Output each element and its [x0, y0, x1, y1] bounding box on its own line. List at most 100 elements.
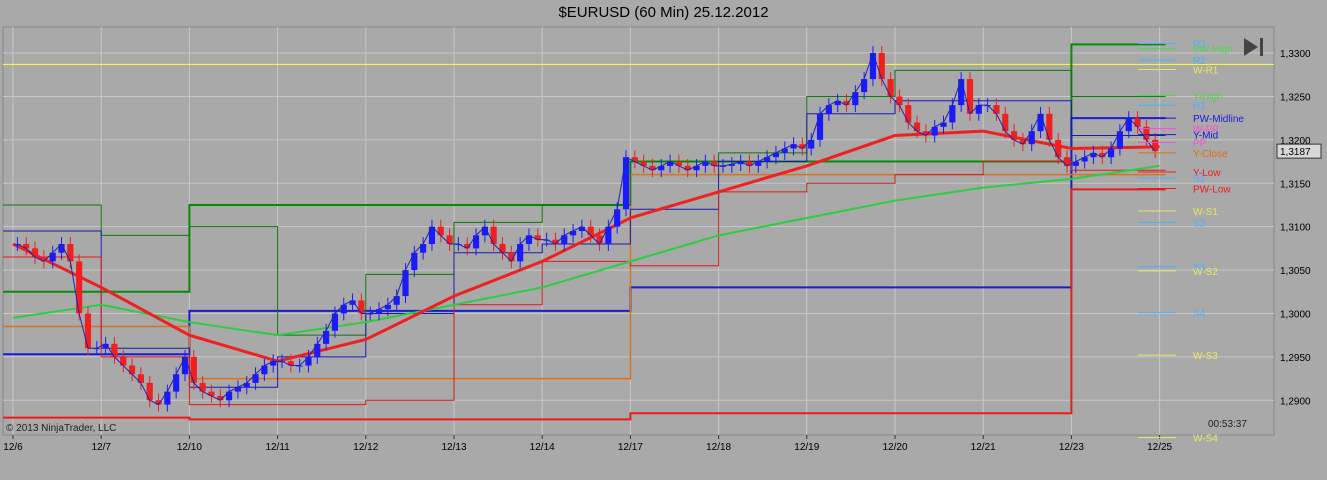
candle-body	[869, 53, 877, 80]
candle-body	[128, 365, 136, 375]
candle-body	[1055, 139, 1062, 158]
candle-body	[331, 313, 339, 331]
x-tick-label: 12/13	[441, 442, 466, 453]
candle-body	[420, 244, 427, 253]
candle-body	[490, 226, 497, 245]
candle-body	[913, 122, 921, 132]
x-tick-label: 12/6	[3, 442, 23, 453]
candle-body	[614, 209, 621, 227]
pivot-step-line	[3, 43, 1166, 293]
level-label: PW-High	[1193, 45, 1233, 56]
candle-body	[905, 105, 912, 123]
candle-body	[931, 126, 938, 136]
candle-body	[49, 252, 56, 262]
candle-body	[472, 235, 480, 249]
candle-body	[111, 343, 118, 357]
candle-body	[1116, 131, 1123, 149]
candle-body	[958, 79, 965, 106]
candle-body	[816, 113, 824, 140]
x-tick-label: 12/25	[1147, 442, 1172, 453]
candle-body	[314, 343, 321, 357]
pivot-step-line	[3, 100, 1166, 388]
candle-body	[993, 105, 1000, 114]
candle-body	[808, 139, 815, 149]
x-tick-label: 12/7	[91, 442, 111, 453]
candle-body	[358, 300, 365, 314]
x-tick-label: 12/21	[971, 442, 996, 453]
level-label: S2	[1193, 218, 1206, 229]
candle-body	[517, 244, 524, 262]
candle-body	[437, 226, 444, 236]
candle-body	[949, 105, 956, 123]
candle-body	[181, 356, 189, 375]
x-tick-label: 12/18	[706, 442, 731, 453]
x-tick-label: 12/19	[794, 442, 819, 453]
y-tick-label: 1,3100	[1280, 223, 1311, 234]
candle-body	[120, 356, 127, 366]
y-tick-label: 1,3050	[1280, 266, 1311, 277]
x-tick-label: 12/12	[353, 442, 378, 453]
x-tick-label: 12/10	[177, 442, 202, 453]
candle-body	[164, 391, 171, 405]
chart-root: $EURUSD (60 Min) 25.12.2012 1,3300 1,3250…	[0, 0, 1327, 480]
candle-body	[305, 356, 312, 366]
candle-body	[67, 244, 74, 262]
candle-body	[1037, 113, 1044, 132]
candle-body	[975, 105, 982, 114]
candle-body	[199, 382, 206, 392]
candle-body	[402, 270, 409, 297]
level-label: R1	[1193, 101, 1206, 112]
candle-body	[84, 313, 92, 349]
candle-body	[622, 157, 630, 210]
candle-body	[499, 244, 506, 253]
candle-body	[1010, 131, 1018, 140]
candle-body	[1152, 139, 1159, 152]
last-price-label: 1,3187	[1280, 147, 1311, 158]
level-label: W-R1	[1193, 66, 1219, 77]
candle-body	[887, 79, 894, 97]
candle-body	[393, 296, 400, 305]
candle-body	[252, 374, 259, 383]
candle-body	[878, 53, 885, 80]
y-tick-label: 1,3300	[1280, 49, 1311, 60]
candle-body	[587, 226, 594, 236]
candle-body	[446, 235, 453, 245]
copyright-text: © 2013 NinjaTrader, LLC	[6, 423, 116, 434]
level-label: Y-Close	[1193, 149, 1228, 160]
candle-body	[76, 261, 83, 314]
level-label: S1	[1193, 174, 1206, 185]
y-tick-label: 1,2900	[1280, 396, 1311, 407]
x-tick-label: 12/11	[265, 442, 290, 453]
pivot-step-line	[3, 69, 1166, 336]
candle-body	[896, 96, 903, 106]
level-label: W-S4	[1193, 434, 1218, 445]
level-label: PP	[1193, 138, 1207, 149]
candle-body	[226, 391, 233, 401]
candle-body	[340, 304, 347, 314]
y-tick-label: 1,3000	[1280, 309, 1311, 320]
level-label: W-S1	[1193, 207, 1218, 218]
level-label: PW-Midline	[1193, 114, 1244, 125]
candle-body	[190, 356, 197, 383]
level-label: S4	[1193, 309, 1206, 320]
candle-body	[323, 330, 330, 344]
level-label: W-S3	[1193, 351, 1218, 362]
bar-timer: 00:53:37	[1208, 419, 1247, 430]
candle-body	[31, 248, 39, 258]
x-tick-label: 12/20	[882, 442, 907, 453]
candle-body	[1046, 113, 1053, 140]
candle-body	[561, 235, 568, 245]
candle-body	[852, 92, 859, 106]
y-tick-label: 1,2950	[1280, 353, 1311, 364]
candle-body	[1002, 113, 1009, 132]
skip-forward-bar	[1260, 38, 1263, 56]
candle-body	[1028, 131, 1035, 145]
price-chart[interactable]: 1,33001,32501,32001,31501,31001,30501,30…	[0, 0, 1327, 480]
candle-body	[861, 79, 868, 93]
moving-average-line	[12, 164, 1160, 337]
level-label: W-S2	[1193, 267, 1218, 278]
y-tick-label: 1,3250	[1280, 92, 1311, 103]
candle-body	[137, 374, 144, 383]
x-tick-label: 12/14	[530, 442, 555, 453]
x-tick-label: 12/17	[618, 442, 643, 453]
